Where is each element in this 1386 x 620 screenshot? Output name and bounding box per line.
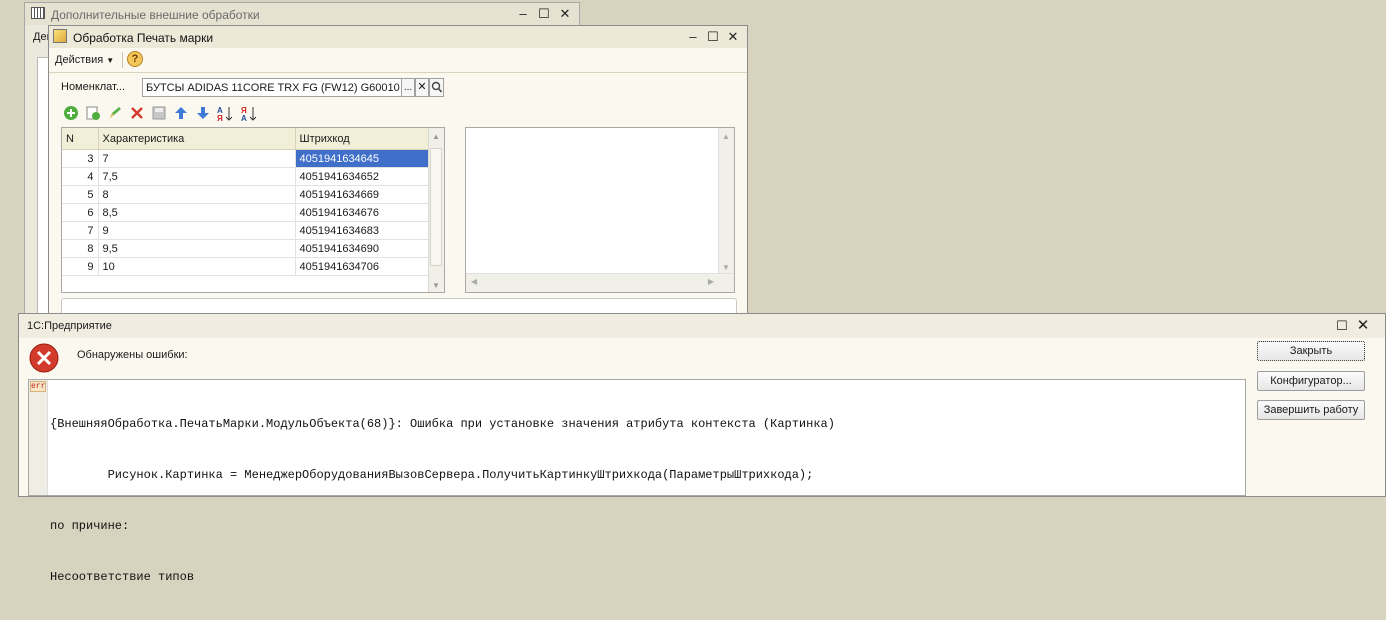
- table-scrollbar[interactable]: ▲ ▼: [428, 128, 444, 292]
- table-row[interactable]: 4 7,5 4051941634652: [62, 167, 430, 186]
- dialog-buttons: Закрыть Конфигуратор... Завершить работу: [1257, 341, 1367, 451]
- processing-icon: [53, 29, 67, 43]
- row-number[interactable]: 4: [62, 167, 99, 186]
- print-label-titlebar[interactable]: Обработка Печать марки ‒ ☐ ✕: [49, 26, 747, 48]
- close-icon[interactable]: ✕: [1355, 318, 1371, 334]
- svg-text:А: А: [241, 114, 247, 123]
- table-row[interactable]: 6 8,5 4051941634676: [62, 203, 430, 222]
- scroll-up-icon[interactable]: ▲: [722, 132, 730, 141]
- row-barcode[interactable]: 4051941634683: [295, 221, 430, 240]
- maximize-icon[interactable]: ☐: [536, 6, 552, 22]
- error-icon: [29, 343, 59, 373]
- column-header-n[interactable]: N: [62, 128, 99, 150]
- close-icon[interactable]: ✕: [557, 6, 573, 22]
- edit-icon[interactable]: [107, 105, 123, 121]
- error-line-3: по причине:: [50, 519, 130, 533]
- delete-icon[interactable]: [129, 105, 145, 121]
- row-characteristic[interactable]: 8: [98, 185, 296, 204]
- sort-asc-icon[interactable]: АЯ: [217, 105, 233, 123]
- picture-hscroll[interactable]: ◀ ▶: [466, 273, 734, 292]
- back-window-title: Дополнительные внешние обработки: [51, 8, 260, 22]
- minimize-icon[interactable]: ‒: [685, 29, 701, 45]
- table-row[interactable]: 7 9 4051941634683: [62, 221, 430, 240]
- row-number[interactable]: 7: [62, 221, 99, 240]
- scroll-left-icon[interactable]: ◀: [471, 277, 477, 286]
- close-icon[interactable]: ✕: [725, 29, 741, 45]
- row-characteristic[interactable]: 7,5: [98, 167, 296, 186]
- maximize-icon[interactable]: ☐: [1334, 318, 1350, 334]
- copy-icon[interactable]: [85, 105, 101, 121]
- row-barcode[interactable]: 4051941634706: [295, 257, 430, 276]
- sort-desc-icon[interactable]: ЯА: [241, 105, 257, 123]
- error-dialog: 1С:Предприятие ☐ ✕ Обнаружены ошибки: er…: [18, 313, 1386, 584]
- error-line-4: Несоответствие типов: [50, 570, 195, 584]
- barcode-table[interactable]: N Характеристика Штрихкод 3 7 405194163464…: [61, 127, 445, 293]
- error-dialog-title: 1С:Предприятие: [27, 320, 112, 332]
- scroll-up-icon[interactable]: ▲: [432, 132, 440, 141]
- table-row[interactable]: 8 9,5 4051941634690: [62, 239, 430, 258]
- move-up-icon[interactable]: [173, 105, 189, 121]
- svg-text:Я: Я: [217, 114, 223, 123]
- nomenclature-label: Номенклат...: [61, 81, 126, 93]
- row-characteristic[interactable]: 8,5: [98, 203, 296, 222]
- nomenclature-field[interactable]: БУТСЫ ADIDAS 11CORE TRX FG (FW12) G60010: [142, 78, 444, 97]
- actions-label: Действия: [55, 54, 104, 66]
- row-barcode[interactable]: 4051941634645: [295, 149, 430, 168]
- table-toolbar: АЯ ЯА: [63, 105, 283, 123]
- minimize-icon[interactable]: ‒: [515, 6, 531, 22]
- table-row[interactable]: 9 10 4051941634706: [62, 257, 430, 276]
- picture-panel: ▲ ▼ ◀ ▶: [465, 127, 735, 293]
- scroll-down-icon[interactable]: ▼: [722, 263, 730, 272]
- close-button[interactable]: Закрыть: [1257, 341, 1365, 361]
- error-line-1: {ВнешняяОбработка.ПечатьМарки.МодульОбъе…: [50, 417, 835, 431]
- error-line-2: Рисунок.Картинка = МенеджерОборудованияВ…: [50, 468, 814, 482]
- column-header-characteristic[interactable]: Характеристика: [98, 128, 296, 150]
- row-characteristic[interactable]: 9,5: [98, 239, 296, 258]
- row-number[interactable]: 8: [62, 239, 99, 258]
- row-barcode[interactable]: 4051941634652: [295, 167, 430, 186]
- table-row[interactable]: 5 8 4051941634669: [62, 185, 430, 204]
- chevron-down-icon: ▼: [106, 56, 115, 65]
- finish-button[interactable]: Завершить работу: [1257, 400, 1365, 420]
- row-barcode[interactable]: 4051941634669: [295, 185, 430, 204]
- nomenclature-value: БУТСЫ ADIDAS 11CORE TRX FG (FW12) G60010: [146, 82, 400, 94]
- scroll-right-icon[interactable]: ▶: [708, 277, 714, 286]
- row-number[interactable]: 5: [62, 185, 99, 204]
- print-label-title: Обработка Печать марки: [73, 31, 214, 45]
- add-icon[interactable]: [63, 105, 79, 121]
- command-bar: Действия ▼ ?: [49, 48, 747, 73]
- window-icon: [31, 7, 45, 19]
- print-label-window: Обработка Печать марки ‒ ☐ ✕ Действия ▼ …: [48, 25, 748, 330]
- error-dialog-titlebar[interactable]: 1С:Предприятие ☐ ✕: [19, 314, 1385, 338]
- toolbar-divider: [122, 52, 123, 68]
- row-characteristic[interactable]: 7: [98, 149, 296, 168]
- scroll-thumb[interactable]: [430, 148, 442, 266]
- row-number[interactable]: 3: [62, 149, 99, 168]
- error-text-area[interactable]: err {ВнешняяОбработка.ПечатьМарки.Модуль…: [28, 379, 1246, 584]
- maximize-icon[interactable]: ☐: [705, 29, 721, 45]
- clear-icon[interactable]: ✕: [415, 78, 429, 97]
- actions-menu[interactable]: Действия ▼: [55, 54, 114, 66]
- select-button[interactable]: ...: [401, 78, 415, 97]
- row-barcode[interactable]: 4051941634676: [295, 203, 430, 222]
- error-heading: Обнаружены ошибки:: [77, 349, 188, 361]
- search-icon[interactable]: [429, 78, 444, 97]
- row-number[interactable]: 9: [62, 257, 99, 276]
- err-tag: err: [30, 381, 47, 392]
- row-characteristic[interactable]: 10: [98, 257, 296, 276]
- row-number[interactable]: 6: [62, 203, 99, 222]
- row-barcode[interactable]: 4051941634690: [295, 239, 430, 258]
- scroll-down-icon[interactable]: ▼: [432, 281, 440, 290]
- picture-vscroll[interactable]: ▲ ▼: [718, 128, 734, 274]
- error-gutter: err: [29, 380, 48, 495]
- error-message: {ВнешняяОбработка.ПечатьМарки.МодульОбъе…: [50, 382, 835, 620]
- move-down-icon[interactable]: [195, 105, 211, 121]
- row-characteristic[interactable]: 9: [98, 221, 296, 240]
- end-edit-icon[interactable]: [151, 105, 167, 121]
- help-icon[interactable]: ?: [127, 51, 143, 67]
- configurator-button[interactable]: Конфигуратор...: [1257, 371, 1365, 391]
- table-row[interactable]: 3 7 4051941634645: [62, 149, 430, 168]
- back-window-titlebar[interactable]: Дополнительные внешние обработки ‒ ☐ ✕: [25, 3, 579, 25]
- column-header-barcode[interactable]: Штрихкод: [295, 128, 430, 150]
